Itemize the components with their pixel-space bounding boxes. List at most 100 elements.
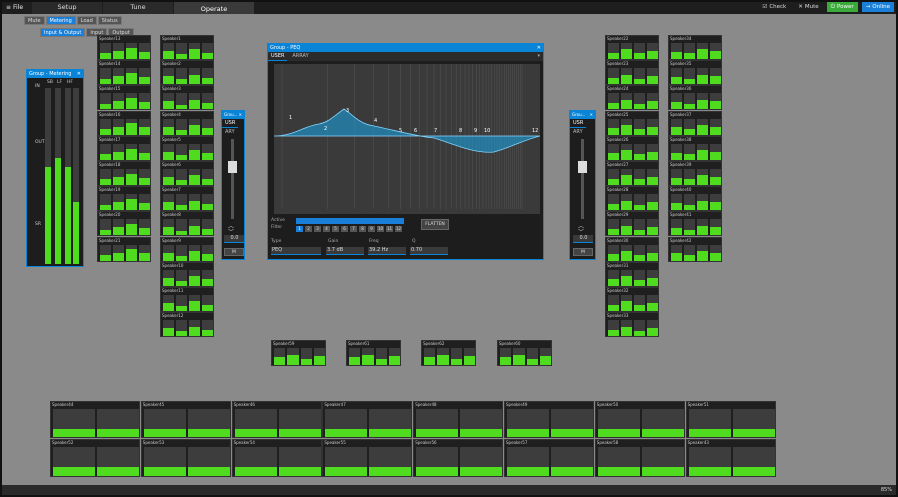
speaker-panel[interactable]: Speaker6: [160, 161, 214, 186]
speaker-panel[interactable]: Speaker11: [160, 287, 214, 312]
filter-button[interactable]: 5: [332, 226, 339, 232]
mini-right-mute-button[interactable]: M: [573, 248, 593, 256]
speaker-panel[interactable]: Speaker33: [605, 312, 659, 338]
close-icon[interactable]: ✕: [239, 111, 242, 119]
fader-handle[interactable]: [578, 161, 587, 173]
speaker-panel[interactable]: Speaker7: [160, 186, 214, 212]
filter-point[interactable]: 5: [399, 128, 402, 134]
filter-button[interactable]: 3: [314, 226, 321, 232]
filter-button[interactable]: 2: [305, 226, 312, 232]
filter-button[interactable]: 4: [323, 226, 330, 232]
metering-window-header[interactable]: Group - Metering ✕: [27, 70, 83, 78]
filter-point[interactable]: 10: [484, 128, 490, 134]
fader-handle[interactable]: [228, 161, 237, 173]
type-select[interactable]: PEQ: [271, 247, 321, 255]
subnav-input-output[interactable]: Input & Output: [40, 28, 86, 37]
speaker-panel[interactable]: Speaker9: [160, 236, 214, 262]
speaker-panel[interactable]: Speaker31: [605, 261, 659, 287]
filter-button[interactable]: 6: [341, 226, 348, 232]
speaker-panel[interactable]: Speaker4: [160, 110, 214, 136]
speaker-panel[interactable]: Speaker62: [421, 340, 476, 366]
speaker-panel[interactable]: Speaker28: [605, 186, 659, 212]
peq-tab-array[interactable]: ARRAY: [289, 52, 311, 60]
filter-button[interactable]: 9: [368, 226, 375, 232]
speaker-panel[interactable]: Speaker42: [668, 236, 722, 262]
filter-point[interactable]: 12: [532, 128, 538, 134]
speaker-panel[interactable]: Speaker45: [140, 401, 231, 438]
mini-right-tab-usr[interactable]: USR: [570, 119, 587, 128]
speaker-panel[interactable]: Speaker34: [668, 35, 722, 60]
speaker-panel[interactable]: Speaker12: [160, 312, 214, 338]
online-button[interactable]: → Online: [861, 2, 894, 12]
speaker-panel[interactable]: Speaker50: [594, 401, 685, 438]
speaker-panel[interactable]: Speaker60: [497, 340, 552, 366]
file-menu[interactable]: ≡ File: [0, 4, 32, 11]
filter-point[interactable]: 4: [374, 118, 377, 124]
filter-point[interactable]: 2: [324, 126, 327, 132]
speaker-panel[interactable]: Speaker22: [605, 35, 659, 60]
subnav-metering[interactable]: Metering: [45, 16, 76, 25]
mini-left-tab-usr[interactable]: USR: [222, 119, 239, 128]
speaker-panel[interactable]: Speaker25: [605, 110, 659, 136]
tab-setup[interactable]: Setup: [32, 0, 102, 14]
speaker-panel[interactable]: Speaker36: [668, 85, 722, 111]
peq-graph[interactable]: 12345 6 7 8 9 10 12: [274, 64, 540, 214]
mini-left-tab-ary[interactable]: ARY: [222, 128, 238, 136]
gain-input[interactable]: 3.7 dB: [326, 247, 364, 255]
mute-button[interactable]: ✕ Mute: [794, 2, 822, 12]
filter-button[interactable]: 1: [296, 226, 303, 232]
subnav-load[interactable]: Load: [76, 16, 97, 25]
close-icon[interactable]: ✕: [77, 70, 81, 78]
speaker-panel[interactable]: Speaker39: [668, 161, 722, 186]
close-icon[interactable]: ✕: [590, 111, 593, 119]
speaker-panel[interactable]: Speaker30: [605, 236, 659, 262]
speaker-panel[interactable]: Speaker14: [97, 60, 151, 86]
speaker-panel[interactable]: Speaker35: [668, 60, 722, 86]
speaker-panel[interactable]: Speaker29: [605, 211, 659, 237]
speaker-panel[interactable]: Speaker26: [605, 135, 659, 161]
speaker-panel[interactable]: Speaker54: [231, 439, 322, 477]
active-bar[interactable]: [296, 218, 404, 224]
mini-left-header[interactable]: Grou... ✕: [222, 111, 244, 119]
speaker-panel[interactable]: Speaker17: [97, 135, 151, 161]
speaker-panel[interactable]: Speaker2: [160, 60, 214, 86]
speaker-panel[interactable]: Speaker21: [97, 236, 151, 262]
speaker-panel[interactable]: Speaker48: [413, 401, 504, 438]
speaker-panel[interactable]: Speaker49: [504, 401, 594, 438]
speaker-panel[interactable]: Speaker46: [231, 401, 322, 438]
speaker-panel[interactable]: Speaker37: [668, 110, 722, 136]
filter-point[interactable]: 7: [434, 128, 437, 134]
subnav-mute[interactable]: Mute: [24, 16, 45, 25]
speaker-panel[interactable]: Speaker10: [160, 261, 214, 287]
filter-button[interactable]: 8: [359, 226, 366, 232]
close-icon[interactable]: ✕: [537, 44, 541, 52]
speaker-panel[interactable]: Speaker3: [160, 85, 214, 111]
speaker-panel[interactable]: Speaker16: [97, 110, 151, 136]
speaker-panel[interactable]: Speaker8: [160, 211, 214, 237]
mini-right-tab-ary[interactable]: ARY: [570, 128, 586, 136]
filter-button[interactable]: 12: [395, 226, 402, 232]
speaker-panel[interactable]: Speaker52: [50, 439, 140, 477]
mini-right-header[interactable]: Grou... ✕: [570, 111, 595, 119]
speaker-panel[interactable]: Speaker18: [97, 161, 151, 186]
speaker-panel[interactable]: Speaker24: [605, 85, 659, 111]
filter-button[interactable]: 10: [377, 226, 384, 232]
speaker-panel[interactable]: Speaker23: [605, 60, 659, 86]
speaker-panel[interactable]: Speaker56: [413, 439, 504, 477]
filter-button[interactable]: 11: [386, 226, 393, 232]
filter-point[interactable]: 3: [346, 108, 349, 114]
speaker-panel[interactable]: Speaker41: [668, 211, 722, 237]
tab-operate[interactable]: Operate: [174, 0, 254, 14]
speaker-panel[interactable]: Speaker47: [322, 401, 413, 438]
filter-point[interactable]: 8: [459, 128, 462, 134]
filter-point[interactable]: 1: [289, 115, 292, 121]
speaker-panel[interactable]: Speaker13: [97, 35, 151, 60]
speaker-panel[interactable]: Speaker38: [668, 135, 722, 161]
zoom-level[interactable]: 85%: [881, 487, 892, 493]
peq-tab-user[interactable]: USER: [268, 52, 288, 61]
freq-input[interactable]: 39.2 Hz: [368, 247, 406, 255]
speaker-panel[interactable]: Speaker59: [271, 340, 326, 366]
q-input[interactable]: 0.70: [410, 247, 448, 255]
speaker-panel[interactable]: Speaker58: [594, 439, 685, 477]
check-button[interactable]: ☑ Check: [758, 2, 790, 12]
